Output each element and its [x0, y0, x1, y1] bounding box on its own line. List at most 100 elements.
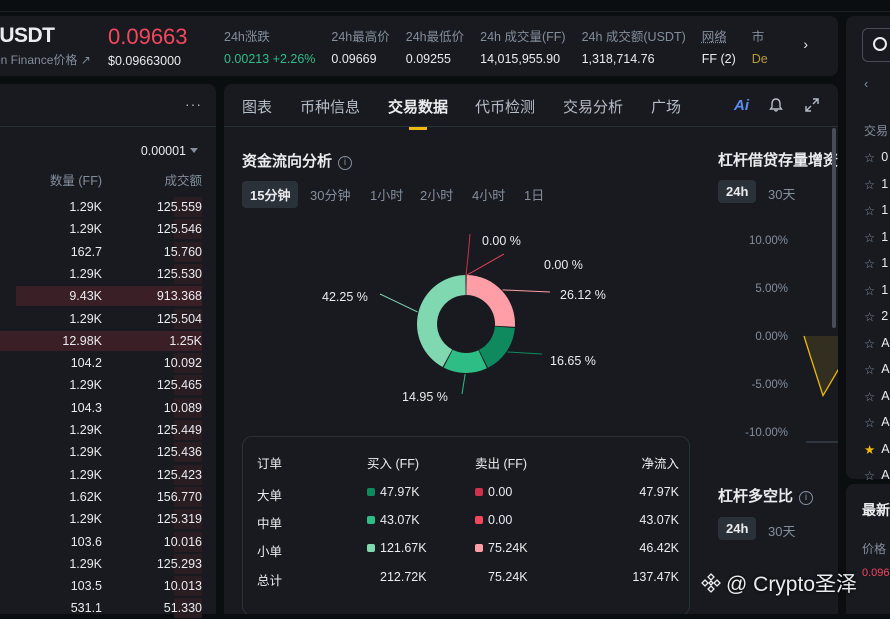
market-row[interactable]: ☆ 1: [864, 256, 888, 271]
order-book-row[interactable]: 1.62K 156.770: [0, 486, 216, 508]
market-symbol: 1: [881, 203, 889, 217]
latest-price-header: 价格: [862, 542, 887, 556]
leverage-timeframe-1[interactable]: 30天: [760, 517, 803, 544]
star-icon[interactable]: ☆: [864, 203, 875, 218]
order-book-row[interactable]: 1.29K 125.449: [0, 419, 216, 441]
row-total: 10.089: [163, 400, 202, 415]
timeframe-5[interactable]: 1日: [516, 181, 552, 208]
table-header-row: 订单 买入 (FF) 卖出 (FF) 净流入: [243, 453, 691, 473]
stat-value: FF (2): [701, 52, 736, 66]
buy-value: 47.97K: [367, 485, 420, 499]
market-row[interactable]: ☆ 1: [864, 203, 888, 218]
star-icon[interactable]: ★: [864, 442, 875, 457]
order-book-row[interactable]: 12.98K 1.25K: [0, 330, 216, 352]
order-book-row[interactable]: 531.1 51.330: [0, 597, 216, 619]
timeframe-3[interactable]: 2小时: [412, 181, 461, 208]
market-search-input[interactable]: [862, 28, 890, 62]
more-icon[interactable]: ···: [185, 96, 202, 112]
order-book-row[interactable]: 1.29K 125.530: [0, 263, 216, 285]
watermark-logo-icon: [701, 573, 721, 593]
tab-0[interactable]: 图表: [242, 96, 272, 117]
last-price-usd: $0.09663000: [108, 54, 181, 68]
order-book-row[interactable]: 1.29K 125.504: [0, 308, 216, 330]
order-book-row[interactable]: 1.29K 125.423: [0, 464, 216, 486]
star-icon[interactable]: ☆: [864, 150, 875, 165]
info-icon[interactable]: i: [799, 491, 814, 505]
order-book-row[interactable]: 1.29K 125.559: [0, 196, 216, 218]
market-row[interactable]: ☆ A: [864, 389, 890, 404]
market-row[interactable]: ★ A: [864, 442, 890, 457]
star-icon[interactable]: ☆: [864, 362, 875, 377]
star-icon[interactable]: ☆: [864, 230, 875, 245]
order-book-row[interactable]: 104.2 10.092: [0, 352, 216, 374]
timeframe-0[interactable]: 15分钟: [242, 181, 299, 208]
market-row[interactable]: ☆ A: [864, 362, 890, 377]
leader-line: [379, 293, 418, 313]
tab-1[interactable]: 币种信息: [300, 96, 360, 117]
tab-5[interactable]: 广场: [651, 96, 681, 117]
star-icon[interactable]: ☆: [864, 177, 875, 192]
order-book-row[interactable]: 1.29K 125.436: [0, 441, 216, 463]
stat-1: 24h最高价 0.09669: [331, 26, 389, 66]
scrollbar[interactable]: [832, 128, 836, 328]
leader-line: [507, 351, 543, 355]
star-icon[interactable]: ☆: [864, 283, 875, 298]
star-icon[interactable]: ☆: [864, 415, 875, 430]
star-icon[interactable]: ☆: [864, 309, 875, 324]
stat-2: 24h最低价 0.09255: [406, 26, 464, 66]
precision-select[interactable]: 0.00001: [141, 144, 198, 158]
row-total: 125.465: [156, 378, 202, 393]
tab-4[interactable]: 交易分析: [563, 96, 623, 117]
ticker-header: /USDT on Finance价格 ↗ 0.09663 $0.09663000…: [0, 16, 838, 76]
ai-icon[interactable]: Ai: [734, 97, 749, 114]
timeframe-4[interactable]: 4小时: [464, 181, 513, 208]
tab-3[interactable]: 代币检测: [475, 96, 535, 117]
order-type: 大单: [257, 489, 283, 503]
row-total: 10.013: [163, 579, 202, 594]
order-book-row[interactable]: 103.6 10.016: [0, 531, 216, 553]
market-row[interactable]: ☆ 1: [864, 177, 888, 192]
net-value: 43.07K: [639, 513, 679, 527]
market-row[interactable]: ☆ A: [864, 336, 890, 351]
tab-2[interactable]: 交易数据: [388, 96, 448, 130]
order-book-row[interactable]: 103.5 10.013: [0, 575, 216, 597]
info-icon[interactable]: i: [338, 156, 353, 170]
row-total: 51.330: [163, 601, 202, 616]
divider: [0, 126, 216, 127]
market-row[interactable]: ☆ A: [864, 468, 890, 483]
row-quantity: 1.62K: [69, 489, 102, 504]
star-icon[interactable]: ☆: [864, 336, 875, 351]
leverage-timeframe-1[interactable]: 30天: [760, 180, 803, 207]
order-book-row[interactable]: 1.29K 125.319: [0, 508, 216, 530]
chevron-left-icon[interactable]: ‹: [864, 76, 868, 91]
star-icon[interactable]: ☆: [864, 256, 875, 271]
market-row[interactable]: ☆ 1: [864, 283, 888, 298]
star-icon[interactable]: ☆: [864, 389, 875, 404]
pair-subtitle-link[interactable]: on Finance价格 ↗: [0, 51, 108, 68]
order-book-row[interactable]: 1.29K 125.546: [0, 218, 216, 240]
net-value: 47.97K: [639, 485, 679, 499]
order-book-row[interactable]: 104.3 10.089: [0, 397, 216, 419]
expand-icon[interactable]: [804, 97, 820, 117]
timeframe-2[interactable]: 1小时: [362, 181, 411, 208]
leverage-timeframe-0[interactable]: 24h: [718, 517, 757, 540]
market-row[interactable]: ☆ 0: [864, 150, 888, 165]
bell-icon[interactable]: [768, 97, 784, 117]
donut-svg: [379, 233, 551, 395]
order-book-row[interactable]: 1.29K 125.465: [0, 374, 216, 396]
stat-label: 24h 成交额(USDT): [581, 30, 686, 44]
chevron-right-icon[interactable]: ›: [803, 36, 808, 52]
trading-pair[interactable]: /USDT on Finance价格 ↗: [0, 24, 108, 68]
timeframe-1[interactable]: 30分钟: [302, 181, 358, 208]
stat-value: 0.09669: [331, 52, 377, 66]
order-book-row[interactable]: 1.29K 125.293: [0, 553, 216, 575]
market-row[interactable]: ☆ 1: [864, 230, 888, 245]
order-book-row[interactable]: 162.7 15.760: [0, 241, 216, 263]
buy-value: 121.67K: [367, 541, 427, 555]
market-row[interactable]: ☆ 2: [864, 309, 888, 324]
leverage-timeframe-0[interactable]: 24h: [718, 180, 757, 203]
order-book-row[interactable]: 9.43K 913.368: [0, 285, 216, 307]
buy-text: 47.97K: [380, 485, 420, 499]
star-icon[interactable]: ☆: [864, 468, 875, 483]
market-row[interactable]: ☆ A: [864, 415, 890, 430]
